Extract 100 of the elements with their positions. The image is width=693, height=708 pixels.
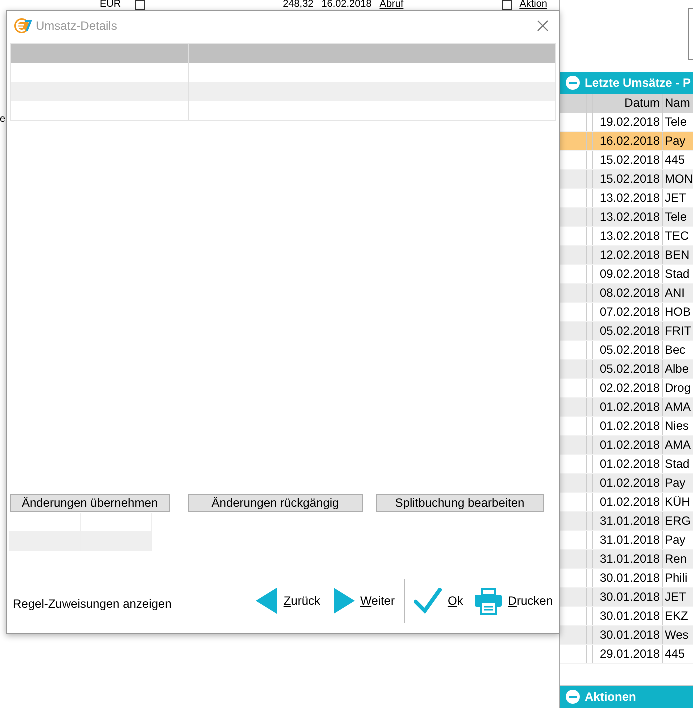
table-row[interactable]: 31.01.2018 Ren xyxy=(560,550,693,569)
column-header[interactable]: Nam xyxy=(663,94,690,113)
name-cell: KÜH xyxy=(665,494,690,508)
date-text: 16.02.2018 xyxy=(322,0,372,10)
name-cell: Drog xyxy=(665,380,692,394)
date-cell: 01.02.2018 xyxy=(600,400,660,414)
checkbox[interactable] xyxy=(135,0,146,10)
euro-logo-icon xyxy=(14,17,32,35)
name-cell: ANI xyxy=(665,286,686,300)
table-row[interactable]: 12.02.2018 BEN xyxy=(560,246,693,265)
name-cell: 445 xyxy=(665,152,686,166)
action-link[interactable]: Aktion xyxy=(520,0,548,10)
table-row[interactable]: 15.02.2018 MON xyxy=(560,170,693,189)
date-cell: 13.02.2018 xyxy=(600,229,660,243)
name-cell: Tele xyxy=(665,114,688,128)
date-cell: 29.01.2018 xyxy=(600,647,660,661)
column-header[interactable]: Datum xyxy=(593,94,663,113)
name-cell: Phili xyxy=(665,570,688,584)
table-row[interactable]: 01.02.2018 AMA xyxy=(560,436,693,455)
date-cell: 31.01.2018 xyxy=(600,514,660,528)
name-cell: Ren xyxy=(665,552,688,566)
name-cell: AMA xyxy=(665,400,692,414)
table-row[interactable]: 30.01.2018 Wes xyxy=(560,626,693,645)
date-cell: 05.02.2018 xyxy=(600,343,660,357)
date-cell: 09.02.2018 xyxy=(600,267,660,281)
date-cell: 30.01.2018 xyxy=(600,590,660,604)
date-cell: 08.02.2018 xyxy=(600,286,660,300)
name-cell: BEN xyxy=(665,248,690,262)
background-text: e xyxy=(0,114,6,126)
table-row[interactable]: 31.01.2018 ERG xyxy=(560,512,693,531)
forward-button[interactable]: Weiter xyxy=(326,588,401,614)
name-cell: Tele xyxy=(665,210,688,224)
collapse-icon xyxy=(566,690,580,704)
checkmark-icon xyxy=(414,588,442,614)
window-title: Umsatz-Details xyxy=(36,19,118,33)
table-row[interactable]: 13.02.2018 Tele xyxy=(560,208,693,227)
amount-text: 248,32 xyxy=(283,0,314,10)
name-cell: FRIT xyxy=(665,324,692,338)
ok-button[interactable]: Ok xyxy=(408,588,470,614)
date-cell: 01.02.2018 xyxy=(600,438,660,452)
table-row[interactable]: 05.02.2018 FRIT xyxy=(560,322,693,341)
table-row[interactable]: 16.02.2018 Pay xyxy=(560,132,693,151)
currency-text: EUR xyxy=(100,0,122,10)
name-cell: JET xyxy=(665,590,686,604)
name-cell: Stad xyxy=(665,266,690,280)
close-icon[interactable] xyxy=(537,20,549,32)
date-cell: 30.01.2018 xyxy=(600,628,660,642)
date-cell: 12.02.2018 xyxy=(600,248,660,262)
date-cell: 05.02.2018 xyxy=(600,324,660,338)
checkbox[interactable] xyxy=(502,0,512,10)
date-cell: 15.02.2018 xyxy=(600,153,660,167)
action-button[interactable]: Änderungen rückgängig xyxy=(188,494,363,512)
table-row[interactable]: 29.01.2018 445 xyxy=(560,645,693,664)
fetch-link[interactable]: Abruf xyxy=(380,0,404,10)
name-cell: Pay xyxy=(665,476,686,490)
name-cell: Pay xyxy=(665,134,686,148)
table-row[interactable]: 08.02.2018 ANI xyxy=(560,284,693,303)
name-cell: Bec xyxy=(665,342,686,356)
table-row[interactable]: 30.01.2018 JET xyxy=(560,588,693,607)
name-cell: Wes xyxy=(665,628,689,642)
name-cell: Pay xyxy=(665,532,686,546)
date-cell: 13.02.2018 xyxy=(600,191,660,205)
back-button[interactable]: Zurück xyxy=(250,588,326,614)
name-cell: Stad xyxy=(665,456,690,470)
table-row[interactable]: 01.02.2018 AMA xyxy=(560,398,693,417)
date-cell: 30.01.2018 xyxy=(600,571,660,585)
right-triangle-icon xyxy=(332,588,354,614)
date-cell: 31.01.2018 xyxy=(600,552,660,566)
date-cell: 01.02.2018 xyxy=(600,419,660,433)
action-button[interactable]: Splitbuchung bearbeiten xyxy=(376,494,544,512)
date-cell: 07.02.2018 xyxy=(600,305,660,319)
print-button[interactable]: Drucken xyxy=(469,588,559,614)
name-cell: ERG xyxy=(665,514,692,528)
date-cell: 30.01.2018 xyxy=(600,609,660,623)
table-row[interactable]: 01.02.2018 Pay xyxy=(560,474,693,493)
name-cell: TEC xyxy=(665,228,689,242)
date-cell: 01.02.2018 xyxy=(600,457,660,471)
date-cell: 15.02.2018 xyxy=(600,172,660,186)
date-cell: 31.01.2018 xyxy=(600,533,660,547)
name-cell: 445 xyxy=(665,646,686,660)
name-cell: JET xyxy=(665,190,686,204)
action-button[interactable]: Änderungen übernehmen xyxy=(10,494,170,512)
date-cell: 13.02.2018 xyxy=(600,210,660,224)
date-cell: 01.02.2018 xyxy=(600,495,660,509)
name-cell: HOB xyxy=(665,304,692,318)
name-cell: Albe xyxy=(665,362,690,376)
table-row[interactable]: 05.02.2018 Albe xyxy=(560,360,693,379)
name-cell: Nies xyxy=(665,418,690,432)
printer-icon xyxy=(475,588,502,614)
date-cell: 16.02.2018 xyxy=(600,134,660,148)
name-cell: MON xyxy=(665,172,693,186)
collapse-icon xyxy=(566,76,580,90)
left-triangle-icon xyxy=(256,588,278,614)
date-cell: 01.02.2018 xyxy=(600,476,660,490)
date-cell: 02.02.2018 xyxy=(600,381,660,395)
date-cell: 05.02.2018 xyxy=(600,362,660,376)
rule-assignments-link[interactable]: Regel-Zuweisungen anzeigen xyxy=(13,597,250,611)
name-cell: AMA xyxy=(665,438,692,452)
date-cell: 19.02.2018 xyxy=(600,115,660,129)
name-cell: EKZ xyxy=(665,608,688,622)
